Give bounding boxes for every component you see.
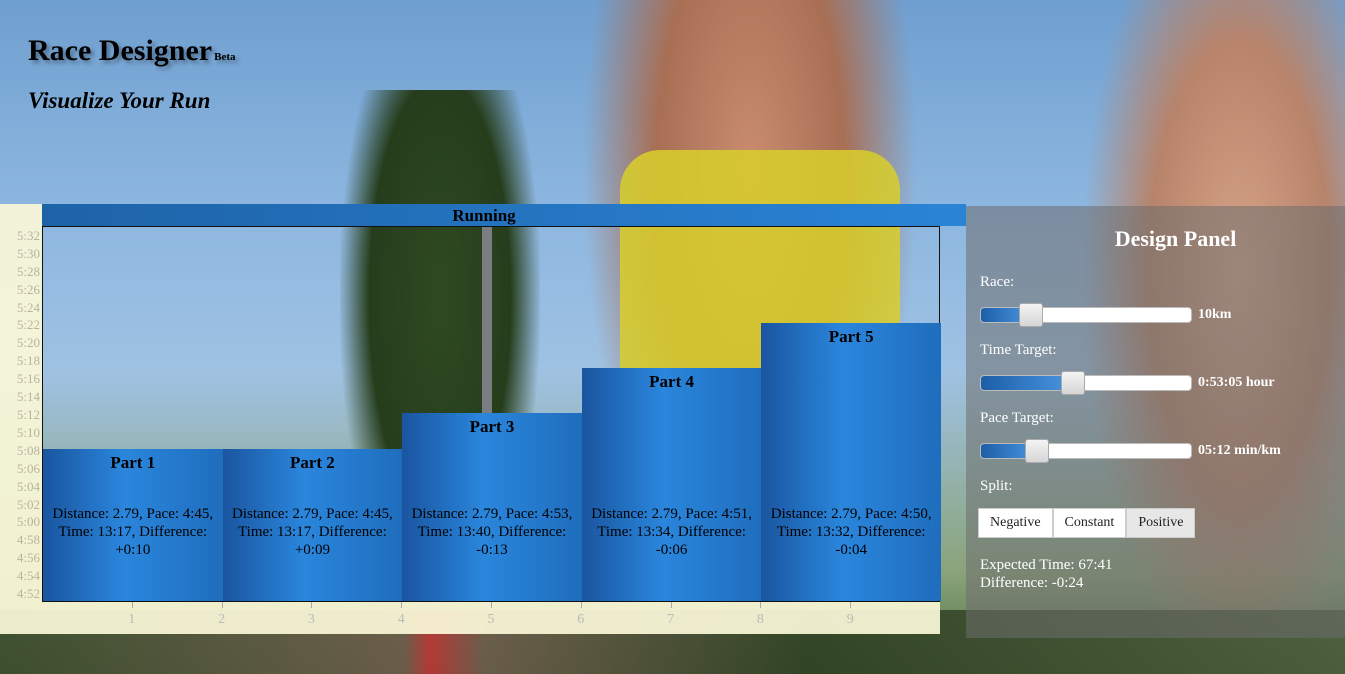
split-constant-button[interactable]: Constant [1052, 508, 1127, 538]
y-tick-label: 5:10 [16, 424, 40, 440]
y-tick-label: 5:04 [16, 478, 40, 494]
race-slider[interactable] [980, 307, 1192, 323]
chart-title-bar: Running [42, 204, 966, 226]
y-tick-label: 5:32 [16, 227, 40, 243]
x-tick-mark [670, 602, 672, 608]
x-tick-label: 5 [487, 612, 495, 627]
pace-bar-details: Distance: 2.79, Pace: 4:50, Time: 13:32,… [770, 506, 932, 558]
y-tick-label: 5:06 [16, 460, 40, 476]
pace-bar-label: Part 3 [469, 417, 515, 436]
time-target-value: 0:53:05 hour [1198, 375, 1275, 390]
y-tick-label: 5:12 [16, 407, 40, 422]
design-panel: Design Panel Race: 10km Time Target: 0:5… [966, 206, 1345, 638]
split-label: Split: [980, 478, 1013, 494]
plot-area: Part 1 Distance: 2.79, Pace: 4:45, Time: … [42, 226, 941, 602]
time-target-slider[interactable] [980, 375, 1192, 391]
y-tick-label: 4:56 [16, 550, 40, 566]
x-tick-mark [401, 602, 403, 608]
x-tick-mark [311, 602, 313, 608]
tagline: Visualize Your Run [28, 88, 211, 113]
time-target-handle[interactable] [1061, 371, 1086, 395]
beta-badge: Beta [214, 51, 236, 63]
race-slider-handle[interactable] [1018, 303, 1043, 327]
y-axis: 5:32 5:30 5:28 5:26 5:24 5:22 5:20 5:18 5:16 5:14… [0, 204, 42, 634]
x-tick-label: 7 [667, 612, 675, 627]
y-tick-label: 5:18 [16, 353, 40, 369]
pace-bar-label: Part 1 [110, 452, 156, 472]
pace-bar-details: Distance: 2.79, Pace: 4:53, Time: 13:40,… [411, 506, 573, 558]
pace-bar[interactable]: Part 1 Distance: 2.79, Pace: 4:45, Time: … [43, 448, 223, 601]
pace-bar[interactable]: Part 4 Distance: 2.79, Pace: 4:51, Time: … [581, 368, 762, 601]
y-tick-label: 5:26 [16, 281, 40, 297]
x-tick-label: 3 [307, 612, 315, 627]
app-title: Race Designer Beta [28, 34, 236, 68]
x-tick-label: 2 [218, 612, 226, 627]
y-tick-label: 5:08 [16, 442, 40, 458]
pace-bar[interactable]: Part 3 Distance: 2.79, Pace: 4:53, Time: … [402, 413, 582, 601]
pace-bar-details: Distance: 2.79, Pace: 4:51, Time: 13:34,… [591, 506, 752, 558]
pace-target-handle[interactable] [1025, 439, 1050, 463]
pace-target-label: Pace Target: [980, 410, 1054, 426]
x-tick-label: 6 [577, 612, 585, 627]
chart-title: Running [452, 206, 516, 225]
race-label: Race: [980, 274, 1015, 290]
y-tick-label: 4:52 [16, 586, 40, 602]
x-axis: 1 2 3 4 5 6 7 8 9 [42, 602, 940, 634]
y-tick-label: 5:16 [16, 371, 40, 387]
y-tick-label: 5:20 [16, 335, 40, 351]
time-target-label: Time Target: [980, 342, 1057, 358]
y-tick-label: 5:28 [16, 263, 40, 279]
x-tick-label: 9 [846, 612, 854, 627]
y-tick-label: 5:22 [16, 317, 40, 333]
split-positive-button[interactable]: Positive [1126, 508, 1196, 538]
y-tick-label: 4:54 [16, 568, 40, 584]
y-tick-label: 5:00 [16, 514, 40, 530]
pace-chart: 5:32 5:30 5:28 5:26 5:24 5:22 5:20 5:18 5:16 5:14… [0, 204, 966, 634]
y-tick-label: 5:24 [16, 299, 40, 315]
y-tick-label: 5:14 [16, 389, 40, 405]
x-tick-label: 4 [397, 612, 405, 627]
y-tick-label: 5:30 [16, 245, 40, 261]
x-tick-label: 1 [128, 612, 136, 627]
pace-bar-label: Part 4 [649, 372, 695, 392]
pace-bar-details: Distance: 2.79, Pace: 4:45, Time: 13:17,… [231, 506, 393, 558]
x-tick-mark [491, 602, 492, 608]
pace-bar[interactable]: Part 2 Distance: 2.79, Pace: 4:45, Time: … [222, 448, 403, 601]
title-block: Race Designer Beta Visualize Your Run [28, 34, 236, 114]
x-tick-label: 8 [756, 612, 764, 627]
x-tick-mark [221, 602, 223, 608]
difference-total: Difference: -0:24 [980, 575, 1084, 591]
split-toggle-group: Negative Constant Positive [978, 508, 1196, 538]
pace-bar-label: Part 2 [289, 452, 335, 472]
x-tick-mark [131, 602, 133, 608]
pace-bar-label: Part 5 [828, 327, 874, 347]
pace-bar-details: Distance: 2.79, Pace: 4:45, Time: 13:17,… [52, 506, 214, 558]
pace-target-value: 05:12 min/km [1198, 443, 1281, 458]
app-title-text: Race Designer [28, 34, 213, 67]
y-tick-label: 5:02 [16, 496, 40, 512]
pace-bar[interactable]: Part 5 Distance: 2.79, Pace: 4:50, Time: … [761, 323, 941, 601]
expected-time: Expected Time: 67:41 [980, 557, 1113, 573]
split-negative-button[interactable]: Negative [978, 508, 1053, 538]
x-tick-mark [850, 602, 852, 608]
y-tick-label: 4:58 [16, 532, 40, 548]
race-value: 10km [1198, 307, 1232, 322]
pace-target-slider[interactable] [980, 443, 1192, 459]
x-tick-mark [760, 602, 762, 608]
time-slider-fill [981, 376, 1074, 390]
x-tick-mark [580, 602, 582, 608]
panel-title: Design Panel [1114, 226, 1237, 251]
